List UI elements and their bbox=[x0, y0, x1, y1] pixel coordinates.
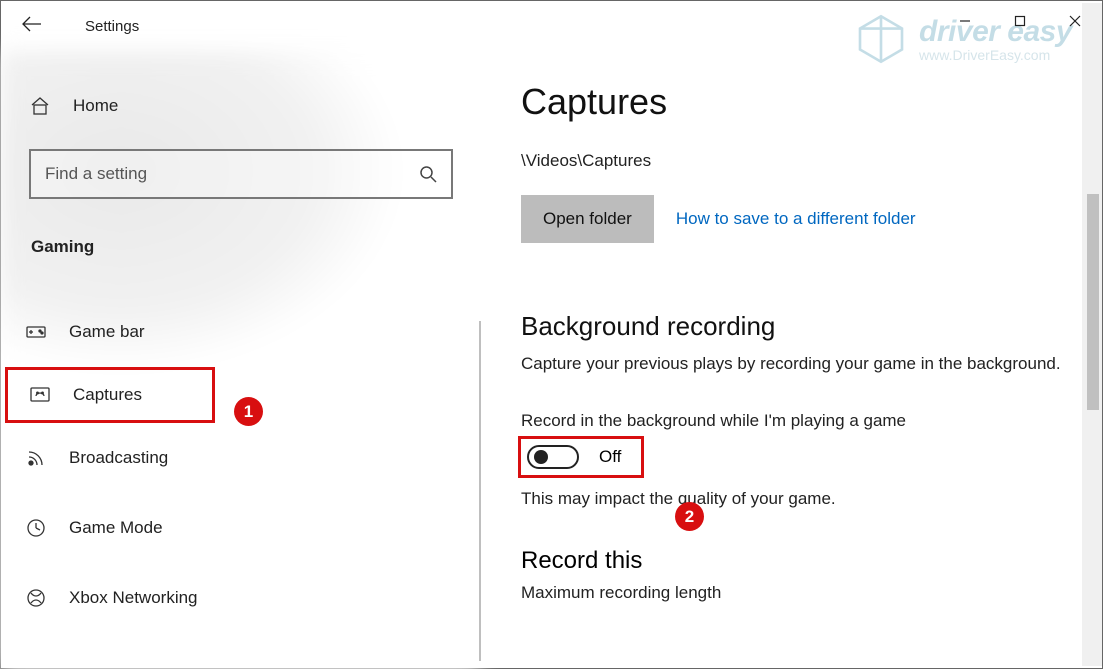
annotation-badge-2: 2 bbox=[675, 502, 704, 531]
settings-window: driver easy www.DriverEasy.com Settings … bbox=[0, 0, 1103, 669]
broadcasting-icon bbox=[25, 447, 47, 469]
sidebar-category: Gaming bbox=[31, 237, 481, 257]
sidebar-item-label: Game bar bbox=[69, 322, 145, 342]
back-button[interactable] bbox=[19, 11, 45, 42]
xbox-icon bbox=[25, 587, 47, 609]
sidebar-nav: Game bar Captures Broadcasting Game Mode bbox=[1, 297, 481, 633]
sidebar-item-label: Xbox Networking bbox=[69, 588, 198, 608]
captures-icon bbox=[29, 384, 51, 406]
sidebar-item-game-bar[interactable]: Game bar bbox=[1, 297, 481, 367]
game-mode-icon bbox=[25, 517, 47, 539]
sidebar-item-label: Captures bbox=[73, 385, 142, 405]
toggle-note: This may impact the quality of your game… bbox=[521, 489, 1081, 509]
app-title: Settings bbox=[85, 18, 139, 35]
close-button[interactable] bbox=[1047, 1, 1102, 41]
pane-divider bbox=[479, 321, 481, 661]
sidebar: Home Gaming Game bar Captures bbox=[1, 81, 481, 633]
search-input[interactable] bbox=[45, 164, 419, 184]
save-different-folder-link[interactable]: How to save to a different folder bbox=[676, 209, 916, 229]
sidebar-item-xbox-networking[interactable]: Xbox Networking bbox=[1, 563, 481, 633]
background-recording-desc: Capture your previous plays by recording… bbox=[521, 352, 1081, 377]
record-background-toggle[interactable] bbox=[527, 445, 579, 469]
watermark-url: www.DriverEasy.com bbox=[919, 47, 1072, 63]
sidebar-item-broadcasting[interactable]: Broadcasting bbox=[1, 423, 481, 493]
record-background-toggle-group: Off bbox=[521, 439, 641, 475]
toggle-state-label: Off bbox=[599, 447, 621, 467]
sidebar-item-label: Game Mode bbox=[69, 518, 163, 538]
minimize-button[interactable] bbox=[937, 1, 992, 41]
record-background-label: Record in the background while I'm playi… bbox=[521, 411, 1081, 431]
sidebar-home-label: Home bbox=[73, 96, 118, 116]
search-icon bbox=[419, 165, 437, 183]
maximize-button[interactable] bbox=[992, 1, 1047, 41]
background-recording-heading: Background recording bbox=[521, 311, 1081, 342]
max-recording-length-label: Maximum recording length bbox=[521, 583, 1081, 603]
sidebar-item-label: Broadcasting bbox=[69, 448, 168, 468]
titlebar-controls bbox=[937, 1, 1102, 41]
sidebar-home[interactable]: Home bbox=[1, 81, 481, 131]
search-input-container[interactable] bbox=[29, 149, 453, 199]
game-bar-icon bbox=[25, 321, 47, 343]
captures-path: \Videos\Captures bbox=[521, 151, 1081, 171]
annotation-badge-1: 1 bbox=[234, 397, 263, 426]
content-pane: Captures \Videos\Captures Open folder Ho… bbox=[521, 81, 1081, 603]
sidebar-item-game-mode[interactable]: Game Mode bbox=[1, 493, 481, 563]
page-title: Captures bbox=[521, 81, 1081, 123]
watermark-logo-icon bbox=[853, 11, 909, 67]
open-folder-button[interactable]: Open folder bbox=[521, 195, 654, 243]
sidebar-item-captures[interactable]: Captures bbox=[5, 367, 215, 423]
scrollbar-thumb[interactable] bbox=[1087, 194, 1099, 410]
record-this-heading: Record this bbox=[521, 547, 1081, 575]
home-icon bbox=[29, 95, 51, 117]
